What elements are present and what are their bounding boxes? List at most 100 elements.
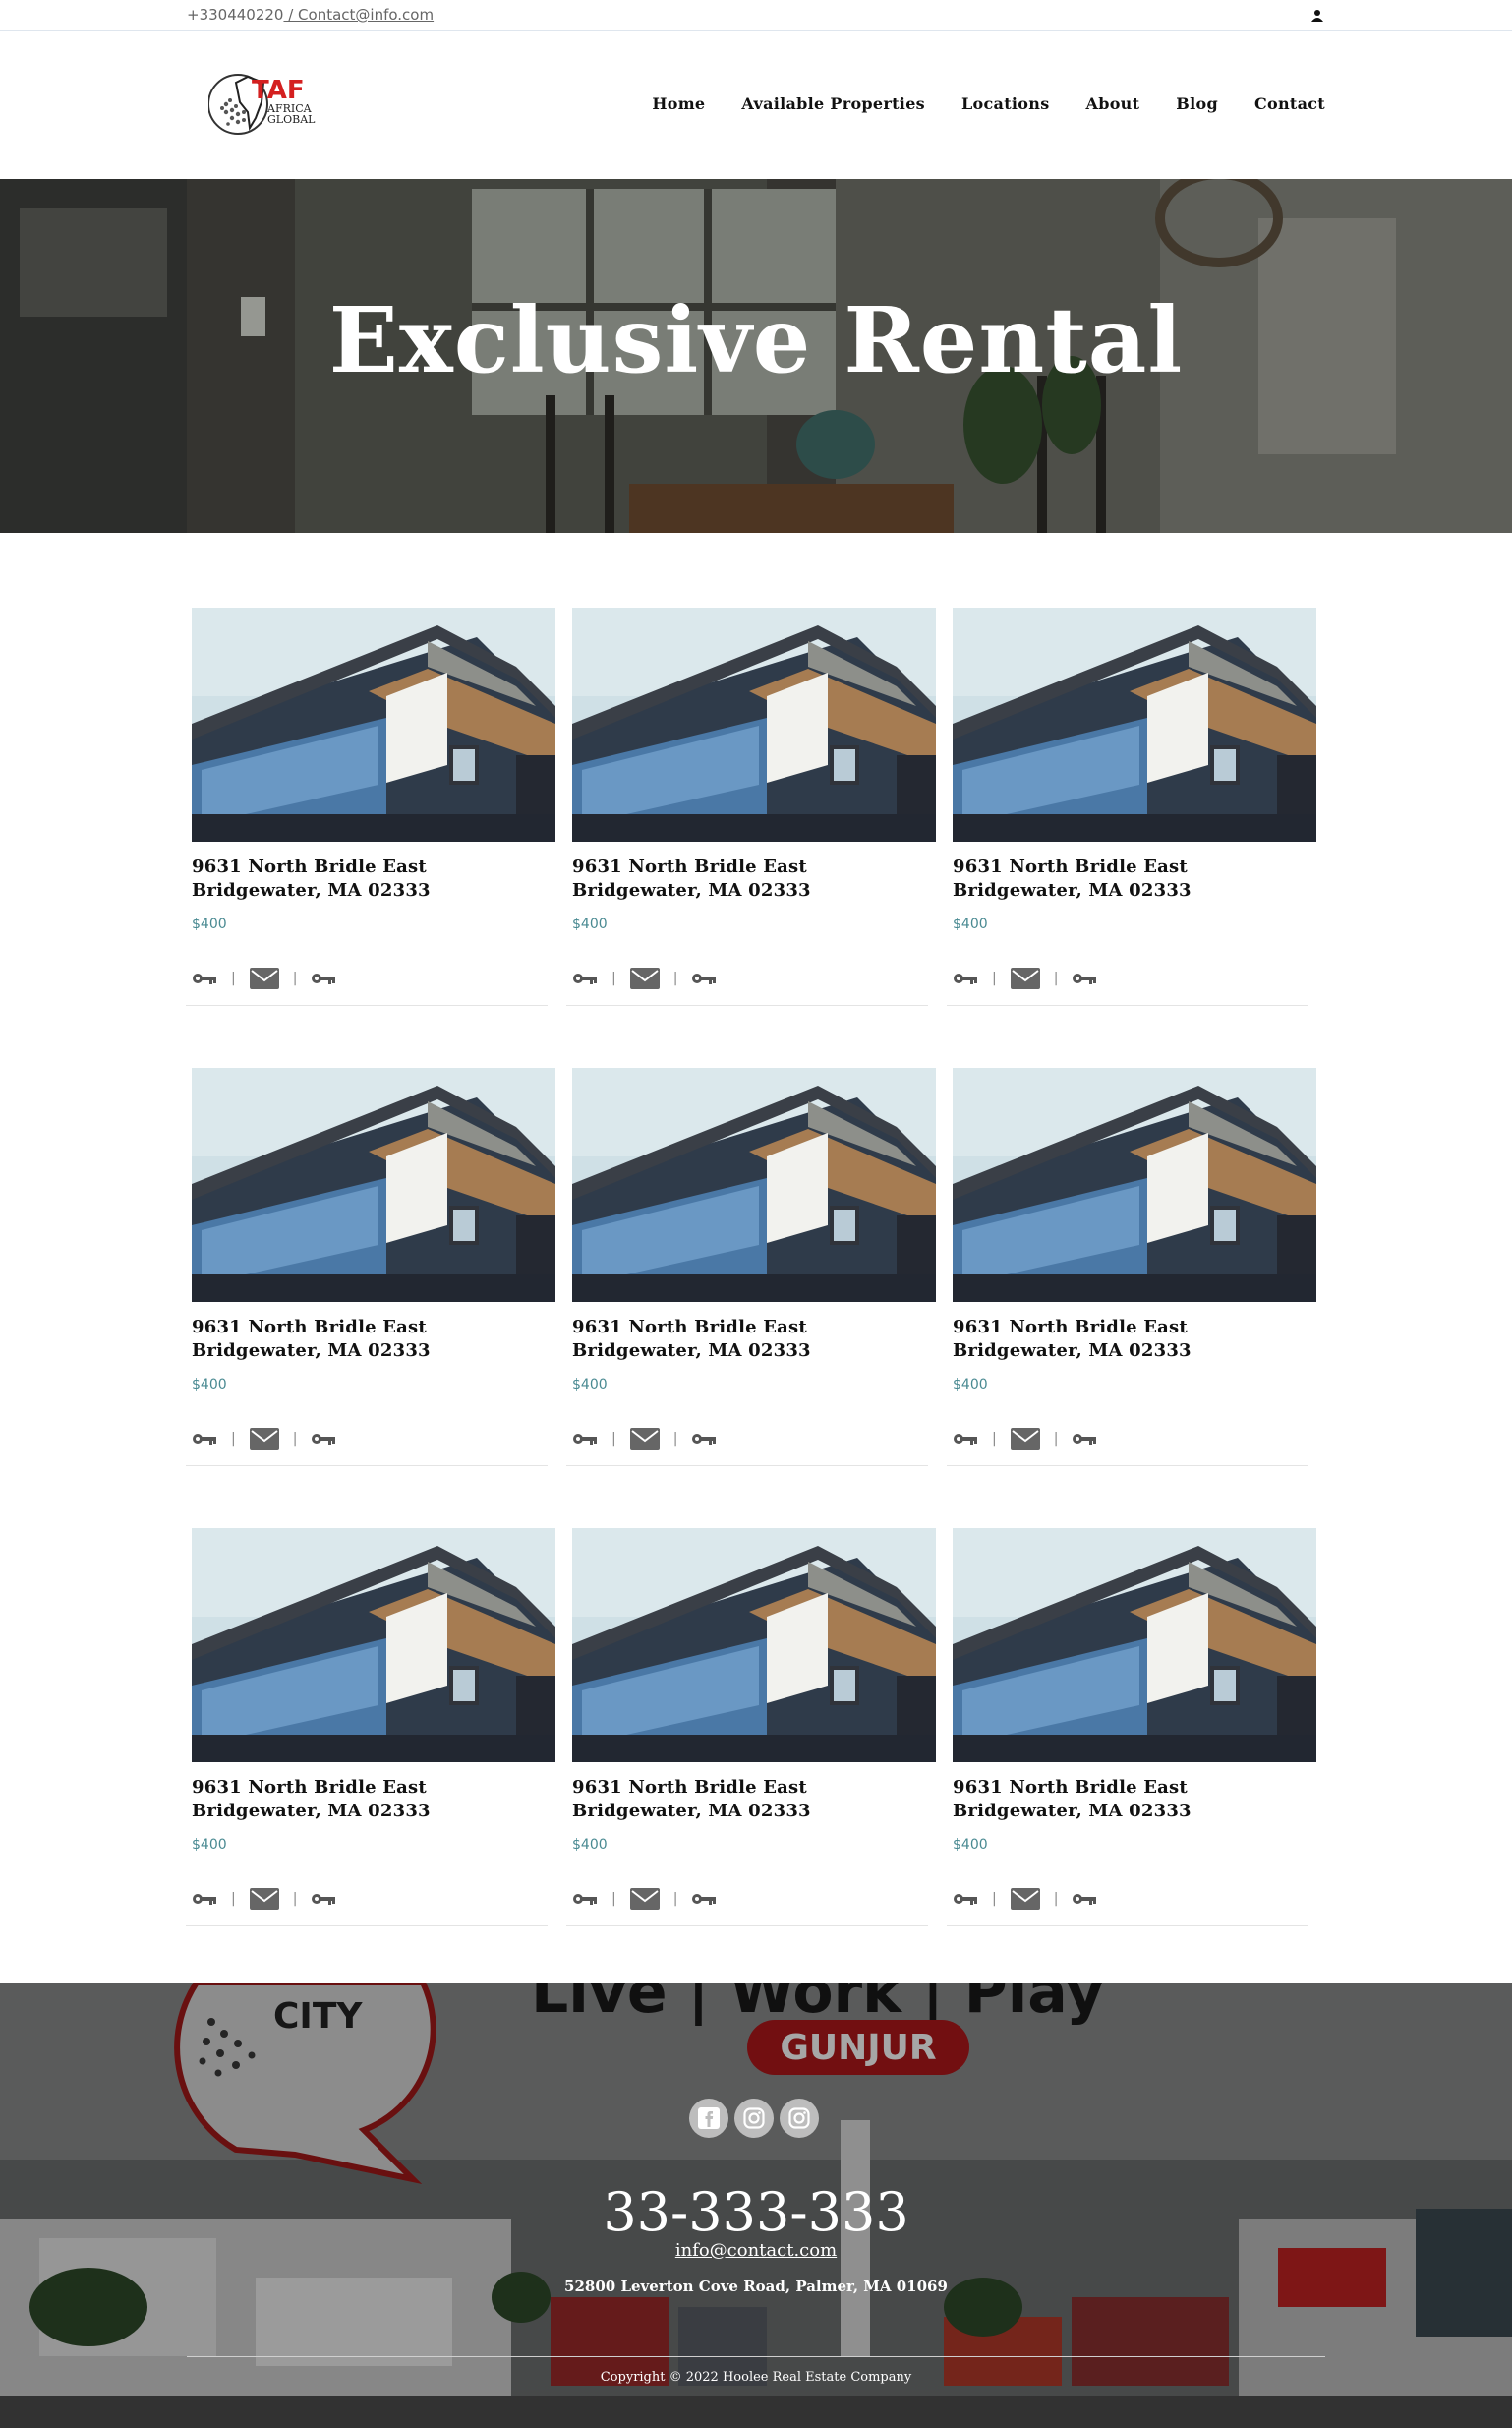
property-actions: | | — [953, 1888, 1097, 1910]
property-image[interactable] — [572, 608, 936, 842]
property-image[interactable] — [192, 608, 555, 842]
property-card[interactable]: 9631 North Bridle East Bridgewater, MA 0… — [947, 1528, 1316, 1931]
site-header: TAF AFRICA GLOBAL Home Available Propert… — [0, 33, 1512, 179]
key-icon[interactable] — [691, 1892, 717, 1906]
key-icon[interactable] — [572, 1892, 598, 1906]
property-address[interactable]: 9631 North Bridle East Bridgewater, MA 0… — [572, 1776, 936, 1823]
property-image[interactable] — [953, 1528, 1316, 1762]
key-icon[interactable] — [1072, 1892, 1097, 1906]
card-divider — [566, 1925, 928, 1926]
property-card[interactable]: 9631 North Bridle East Bridgewater, MA 0… — [186, 1528, 555, 1931]
card-divider — [947, 1925, 1308, 1926]
listings-grid: 9631 North Bridle East Bridgewater, MA 0… — [186, 608, 1320, 1931]
property-actions: | | — [572, 968, 717, 989]
key-icon[interactable] — [1072, 972, 1097, 985]
facebook-icon[interactable] — [689, 2099, 728, 2138]
key-icon[interactable] — [691, 972, 717, 985]
nav-home[interactable]: Home — [652, 94, 705, 113]
separator: | — [611, 1431, 616, 1447]
nav-blog[interactable]: Blog — [1176, 94, 1218, 113]
property-price: $400 — [572, 1377, 608, 1392]
separator: | — [992, 1891, 997, 1907]
user-icon[interactable] — [1309, 8, 1325, 24]
card-divider — [186, 1925, 548, 1926]
separator: | — [672, 1431, 678, 1447]
property-actions: | | — [572, 1428, 717, 1450]
property-address[interactable]: 9631 North Bridle East Bridgewater, MA 0… — [192, 1316, 555, 1363]
footer-phone[interactable]: 33-333-333 — [0, 2181, 1512, 2243]
mail-icon[interactable] — [629, 1428, 660, 1450]
mail-icon[interactable] — [629, 1888, 660, 1910]
separator: | — [231, 971, 236, 986]
separator: | — [992, 1431, 997, 1447]
key-icon[interactable] — [953, 972, 978, 985]
property-actions: | | — [192, 1428, 336, 1450]
mail-icon[interactable] — [249, 1428, 279, 1450]
card-divider — [566, 1465, 928, 1466]
mail-icon[interactable] — [249, 1888, 279, 1910]
key-icon[interactable] — [572, 1432, 598, 1446]
property-price: $400 — [572, 1837, 608, 1853]
separator: | — [292, 971, 298, 986]
property-image[interactable] — [572, 1068, 936, 1302]
separator: | — [1053, 1891, 1059, 1907]
site-logo[interactable]: TAF AFRICA GLOBAL — [208, 63, 336, 146]
separator: | — [672, 1891, 678, 1907]
property-address[interactable]: 9631 North Bridle East Bridgewater, MA 0… — [572, 1316, 936, 1363]
property-address[interactable]: 9631 North Bridle East Bridgewater, MA 0… — [192, 1776, 555, 1823]
key-icon[interactable] — [953, 1892, 978, 1906]
key-icon[interactable] — [192, 972, 217, 985]
mail-icon[interactable] — [249, 968, 279, 989]
key-icon[interactable] — [311, 972, 336, 985]
nav-locations[interactable]: Locations — [961, 94, 1050, 113]
property-actions: | | — [953, 1428, 1097, 1450]
property-address[interactable]: 9631 North Bridle East Bridgewater, MA 0… — [953, 1316, 1316, 1363]
property-price: $400 — [953, 1377, 988, 1392]
property-image[interactable] — [572, 1528, 936, 1762]
mail-icon[interactable] — [629, 968, 660, 989]
property-address[interactable]: 9631 North Bridle East Bridgewater, MA 0… — [953, 856, 1316, 903]
nav-available-properties[interactable]: Available Properties — [741, 94, 925, 113]
property-card[interactable]: 9631 North Bridle East Bridgewater, MA 0… — [947, 608, 1316, 1011]
mail-icon[interactable] — [1010, 1428, 1040, 1450]
property-card[interactable]: 9631 North Bridle East Bridgewater, MA 0… — [186, 608, 555, 1011]
footer-divider — [187, 2356, 1325, 2357]
key-icon[interactable] — [311, 1892, 336, 1906]
property-card[interactable]: 9631 North Bridle East Bridgewater, MA 0… — [566, 608, 936, 1011]
instagram-icon[interactable] — [734, 2099, 774, 2138]
property-card[interactable]: 9631 North Bridle East Bridgewater, MA 0… — [947, 1068, 1316, 1471]
property-image[interactable] — [192, 1068, 555, 1302]
key-icon[interactable] — [192, 1432, 217, 1446]
property-address[interactable]: 9631 North Bridle East Bridgewater, MA 0… — [572, 856, 936, 903]
property-card[interactable]: 9631 North Bridle East Bridgewater, MA 0… — [566, 1068, 936, 1471]
property-price: $400 — [192, 1837, 227, 1853]
card-divider — [566, 1005, 928, 1006]
separator: | — [1053, 1431, 1059, 1447]
key-icon[interactable] — [1072, 1432, 1097, 1446]
key-icon[interactable] — [311, 1432, 336, 1446]
key-icon[interactable] — [572, 972, 598, 985]
separator: | — [231, 1891, 236, 1907]
card-divider — [186, 1005, 548, 1006]
top-email-link[interactable]: / Contact@info.com — [283, 6, 434, 24]
footer-email-link[interactable]: info@contact.com — [0, 2240, 1512, 2261]
key-icon[interactable] — [192, 1892, 217, 1906]
key-icon[interactable] — [953, 1432, 978, 1446]
nav-about[interactable]: About — [1086, 94, 1140, 113]
mail-icon[interactable] — [1010, 1888, 1040, 1910]
property-card[interactable]: 9631 North Bridle East Bridgewater, MA 0… — [186, 1068, 555, 1471]
property-image[interactable] — [953, 1068, 1316, 1302]
property-image[interactable] — [192, 1528, 555, 1762]
property-actions: | | — [192, 968, 336, 989]
property-address[interactable]: 9631 North Bridle East Bridgewater, MA 0… — [192, 856, 555, 903]
property-image[interactable] — [953, 608, 1316, 842]
top-contact: +330440220 / Contact@info.com — [187, 6, 434, 24]
key-icon[interactable] — [691, 1432, 717, 1446]
separator: | — [611, 971, 616, 986]
instagram-icon[interactable] — [780, 2099, 819, 2138]
nav-contact[interactable]: Contact — [1254, 94, 1325, 113]
property-price: $400 — [953, 917, 988, 932]
property-card[interactable]: 9631 North Bridle East Bridgewater, MA 0… — [566, 1528, 936, 1931]
property-address[interactable]: 9631 North Bridle East Bridgewater, MA 0… — [953, 1776, 1316, 1823]
mail-icon[interactable] — [1010, 968, 1040, 989]
